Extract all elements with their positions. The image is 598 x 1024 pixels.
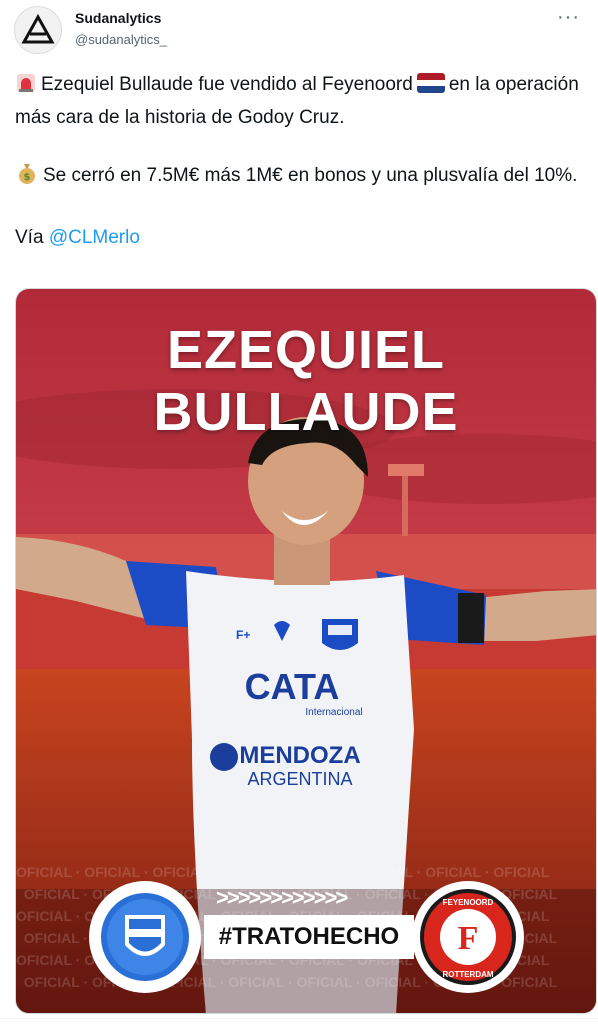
triangle-logo-icon [21, 13, 55, 44]
tweet-image[interactable]: F+ CATA Internacional MENDOZA ARGENTINA … [15, 288, 597, 1014]
author-handle[interactable]: @sudanalytics_ [75, 32, 167, 47]
shirt-second-sponsor: MENDOZA [239, 742, 360, 769]
shirt-mendoza-logo-icon [210, 743, 238, 771]
shirt-crest-band [328, 625, 352, 635]
captain-armband [458, 593, 484, 643]
tweet-text-money: Se cerró en 7.5M€ más 1M€ en bonos y una… [43, 165, 578, 186]
tweet-paragraph-2: $ Se cerró en 7.5M€ más 1M€ en bonos y u… [15, 161, 585, 194]
mention-link[interactable]: @CLMerlo [49, 227, 140, 248]
police-light-icon [15, 72, 37, 103]
tweet-paragraph-3: Vía @CLMerlo [15, 223, 585, 252]
floodlight-pole [402, 476, 408, 536]
hashtag-banner: #TRATOHECHO [204, 915, 414, 959]
shirt-sponsor: CATA [245, 666, 340, 707]
netherlands-flag-icon [416, 73, 445, 93]
player-right-arm [484, 589, 596, 641]
floodlight [388, 464, 424, 476]
shirt-second-sponsor-sub: ARGENTINA [247, 769, 352, 789]
shirt-sponsor-sub: Internacional [305, 707, 362, 718]
godoy-cruz-crest-icon [89, 881, 201, 993]
shirt-brand: F+ [236, 628, 250, 642]
author-avatar[interactable] [14, 6, 62, 54]
player-name-title: EZEQUIEL BULLAUDE [153, 320, 459, 442]
svg-text:ROTTERDAM: ROTTERDAM [442, 970, 493, 979]
divider [0, 1018, 598, 1019]
money-bag-icon: $ [15, 161, 39, 194]
arrows-decoration: >>>>>>>>>>>> [216, 885, 348, 910]
tweet-paragraph-1: Ezequiel Bullaude fue vendido al Feyenoo… [15, 70, 585, 132]
svg-text:FEYENOORD: FEYENOORD [443, 898, 494, 907]
more-options-icon[interactable]: ··· [557, 6, 580, 29]
svg-text:$: $ [24, 172, 31, 183]
via-label: Vía [15, 227, 44, 248]
feyenoord-crest-icon: F FEYENOORD ROTTERDAM [412, 881, 524, 993]
author-display-name[interactable]: Sudanalytics [75, 10, 161, 26]
tweet-header: Sudanalytics @sudanalytics_ ··· [0, 0, 598, 62]
tweet-text-part-a: Ezequiel Bullaude fue vendido al Feyenoo… [41, 74, 413, 95]
tweet-text: Ezequiel Bullaude fue vendido al Feyenoo… [15, 70, 585, 252]
svg-text:F: F [458, 920, 479, 957]
